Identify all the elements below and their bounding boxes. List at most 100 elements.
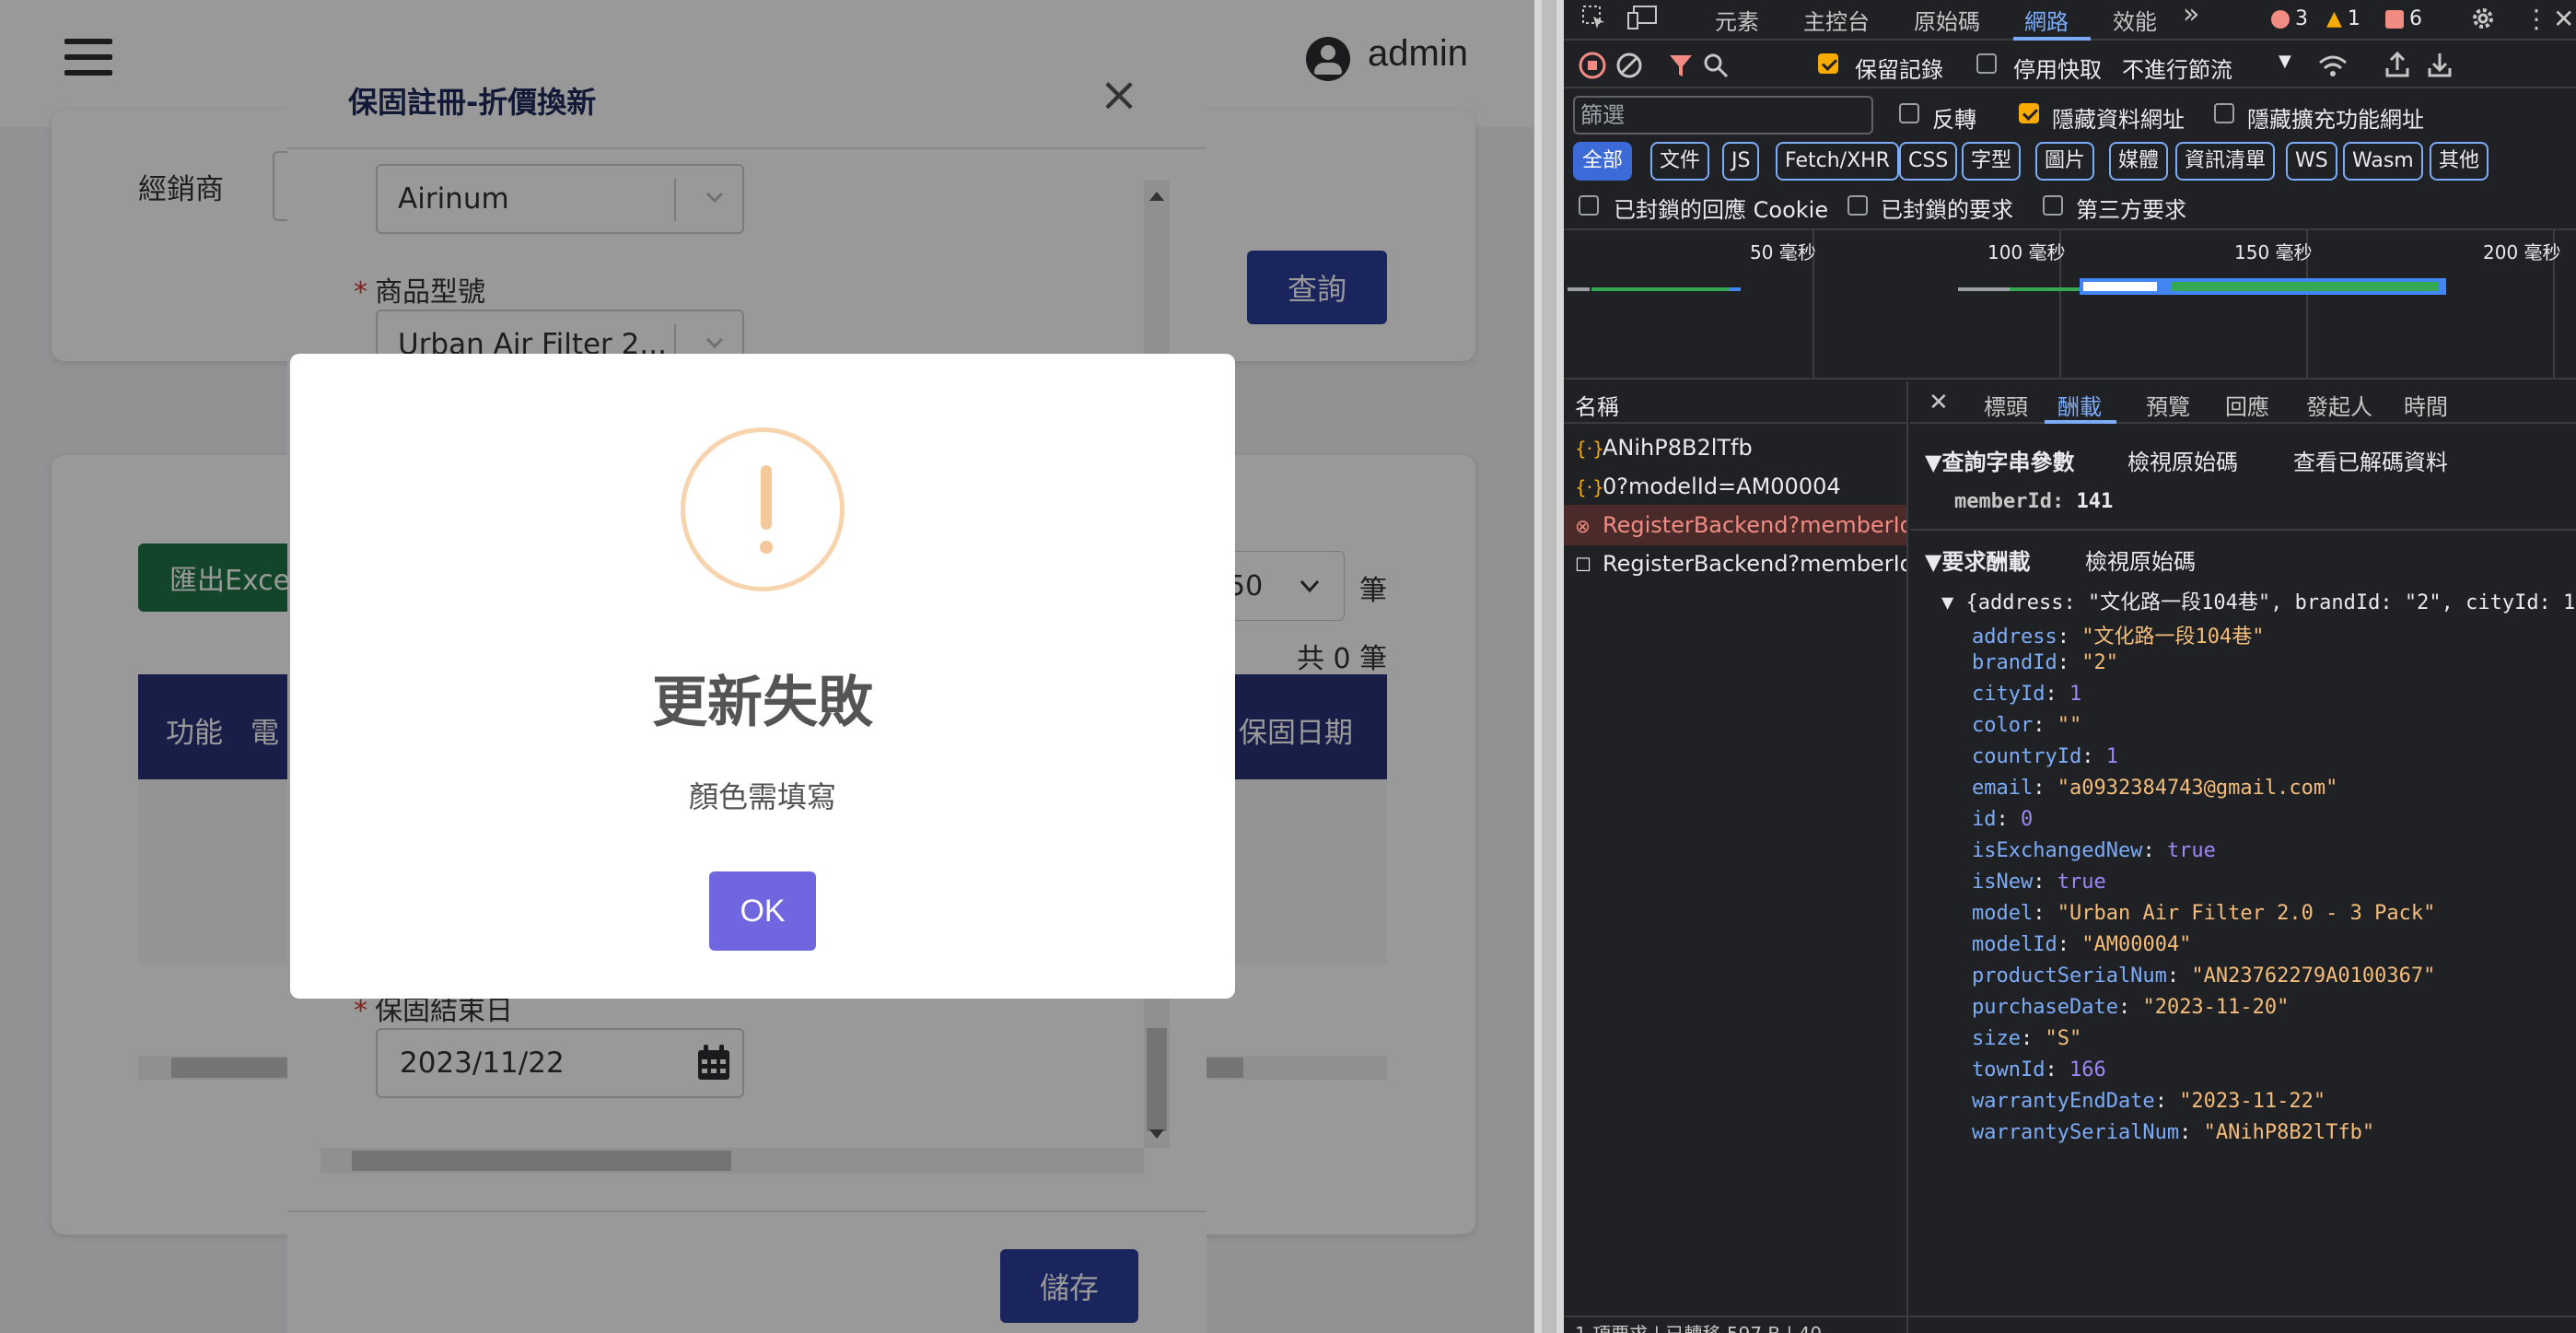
blocked-cookies-label: 已封鎖的回應 Cookie (1614, 197, 1829, 223)
preserve-log-checkbox[interactable] (1818, 53, 1838, 74)
inspect-element-icon[interactable] (1580, 4, 1608, 31)
payload-value: 166 (2069, 1058, 2106, 1082)
payload-value: 1 (2105, 745, 2118, 768)
issue-count-badge[interactable]: 6 (2385, 7, 2422, 30)
blocked-requests-checkbox[interactable] (1847, 195, 1868, 216)
name-column-header[interactable]: 名稱 (1575, 389, 1619, 421)
devtools-tab-performance[interactable]: 效能 (2113, 4, 2157, 36)
warning-icon (681, 427, 845, 591)
type-filter-manifest[interactable]: 資訊清單 (2175, 142, 2276, 181)
payload-field-modelId: modelId: "AM00004" (1972, 933, 2192, 956)
type-filter-img[interactable]: 圖片 (2035, 142, 2095, 181)
request-row-error[interactable]: ⊗ RegisterBackend?memberId... (1575, 512, 1906, 538)
devtools-panel: 元素 主控台 原始碼 網路 效能 » 3 ▲ 1 6 ⋮ ✕ 保留記錄 停用快取 … (1564, 0, 2576, 1333)
type-filter-all[interactable]: 全部 (1573, 142, 1633, 181)
disable-cache-checkbox[interactable] (1976, 53, 1997, 74)
hide-extension-urls-checkbox[interactable] (2214, 103, 2234, 123)
record-stop-icon[interactable] (1579, 52, 1606, 79)
warning-count-badge[interactable]: ▲ 1 (2326, 7, 2360, 30)
disable-cache-label: 停用快取 (2013, 57, 2102, 83)
throttling-select[interactable]: 不進行節流 (2122, 52, 2232, 84)
type-filter-css[interactable]: CSS (1899, 142, 1958, 181)
clear-icon[interactable] (1615, 52, 1643, 79)
preserve-log-label: 保留記錄 (1855, 57, 1943, 83)
view-decoded-link[interactable]: 查看已解碼資料 (2293, 444, 2448, 476)
payload-value: "Urban Air Filter 2.0 - 3 Pack" (2057, 902, 2436, 925)
filter-input[interactable]: 篩選 (1573, 96, 1873, 134)
details-tab-headers[interactable]: 標頭 (1984, 389, 2028, 421)
hide-data-urls-checkbox[interactable] (2019, 103, 2039, 123)
details-tab-response[interactable]: 回應 (2225, 389, 2269, 421)
network-conditions-icon[interactable] (2317, 52, 2349, 79)
devtools-tab-network[interactable]: 網路 (2024, 4, 2069, 36)
payload-summary[interactable]: ▼ {address: "文化路一段104巷", brandId: "2", c… (1941, 586, 2575, 615)
type-filter-other[interactable]: 其他 (2430, 142, 2489, 181)
type-filter-js[interactable]: JS (1722, 142, 1760, 181)
page-scrollbar[interactable] (1534, 0, 1564, 1333)
request-row[interactable]: {·}ANihP8B2lTfb (1575, 435, 1906, 461)
filter-icon[interactable] (1667, 52, 1695, 79)
type-filter-wasm[interactable]: Wasm (2343, 142, 2423, 181)
request-row[interactable]: {·}0?modelId=AM00004 (1575, 474, 1906, 499)
close-devtools-icon[interactable]: ✕ (2553, 4, 2574, 34)
timeline-tick-label: 150 毫秒 (2234, 241, 2313, 263)
view-source-link[interactable]: 檢視原始碼 (2127, 444, 2238, 476)
payload-field-purchaseDate: purchaseDate: "2023-11-20" (1972, 996, 2290, 1019)
type-filter-media[interactable]: 媒體 (2109, 142, 2169, 181)
payload-field-isExchangedNew: isExchangedNew: true (1972, 839, 2216, 862)
payload-field-warrantyEndDate: warrantyEndDate: "2023-11-22" (1972, 1090, 2326, 1113)
type-filter-ws[interactable]: WS (2286, 142, 2337, 181)
payload-key: model (1972, 902, 2034, 925)
payload-value: 0 (2021, 808, 2034, 831)
settings-gear-icon[interactable] (2468, 4, 2498, 33)
network-status-bar: 1 項要求 | 已轉移 597 B | 40 (1575, 1319, 1822, 1333)
hide-extension-urls-label: 隱藏擴充功能網址 (2247, 107, 2424, 133)
request-row[interactable]: ☐ RegisterBackend?memberId... (1575, 551, 1906, 577)
request-list-header: 名稱 (1564, 381, 1908, 424)
app-page: admin 經銷商 查詢 匯出Excel 50 筆 共 0 筆 功能 電 保固日… (0, 0, 1534, 1333)
payload-field-townId: townId: 166 (1972, 1058, 2106, 1082)
ok-button[interactable]: OK (709, 871, 816, 951)
devtools-tab-sources[interactable]: 原始碼 (1914, 4, 1980, 36)
devtools-tab-elements[interactable]: 元素 (1715, 4, 1759, 36)
payload-section[interactable]: ▼要求酬載 (1925, 544, 2030, 576)
payload-value: "ANihP8B2lTfb" (2203, 1121, 2375, 1144)
blocked-cookies-checkbox[interactable] (1579, 195, 1599, 216)
network-timeline-overview[interactable] (1564, 228, 2576, 380)
import-har-icon[interactable] (2384, 50, 2411, 79)
error-icon (2271, 9, 2290, 29)
view-source-link[interactable]: 檢視原始碼 (2085, 544, 2196, 576)
type-filter-font[interactable]: 字型 (1962, 142, 2022, 181)
payload-key: color (1972, 714, 2034, 737)
details-tab-timing[interactable]: 時間 (2404, 389, 2448, 421)
details-tab-preview[interactable]: 預覽 (2146, 389, 2190, 421)
timeline-bar (2010, 287, 2083, 291)
error-count-badge[interactable]: 3 (2271, 7, 2308, 30)
payload-key: warrantySerialNum (1972, 1121, 2180, 1144)
query-params-section[interactable]: ▼查詢字串參數 (1925, 444, 2074, 476)
timeline-bar (1568, 287, 1590, 291)
search-icon[interactable] (1702, 52, 1730, 79)
more-tabs-icon[interactable]: » (2183, 0, 2199, 30)
third-party-checkbox[interactable] (2043, 195, 2063, 216)
payload-field-id: id: 0 (1972, 808, 2034, 831)
export-har-icon[interactable] (2426, 50, 2454, 79)
devtools-tab-console[interactable]: 主控台 (1803, 4, 1870, 36)
payload-value: "2" (2081, 651, 2118, 674)
details-tab-payload[interactable]: 酬載 (2057, 389, 2102, 421)
timeline-bar (2083, 282, 2157, 291)
type-filter-doc[interactable]: 文件 (1650, 142, 1710, 181)
close-details-icon[interactable]: ✕ (1929, 389, 1949, 416)
payload-field-size: size: "S" (1972, 1027, 2082, 1050)
kebab-menu-icon[interactable]: ⋮ (2524, 4, 2549, 34)
alert-title: 更新失敗 (652, 671, 873, 735)
details-tab-initiator[interactable]: 發起人 (2306, 389, 2372, 421)
device-toolbar-icon[interactable] (1626, 4, 1660, 31)
payload-key: size (1972, 1027, 2021, 1050)
throttling-dropdown-icon[interactable]: ▼ (2279, 52, 2291, 71)
payload-key: email (1972, 777, 2034, 800)
invert-checkbox[interactable] (1899, 103, 1919, 123)
warning-triangle-icon: ▲ (2326, 7, 2342, 30)
type-filter-fetch-xhr[interactable]: Fetch/XHR (1776, 142, 1899, 181)
payload-field-productSerialNum: productSerialNum: "AN23762279A0100367" (1972, 965, 2436, 988)
